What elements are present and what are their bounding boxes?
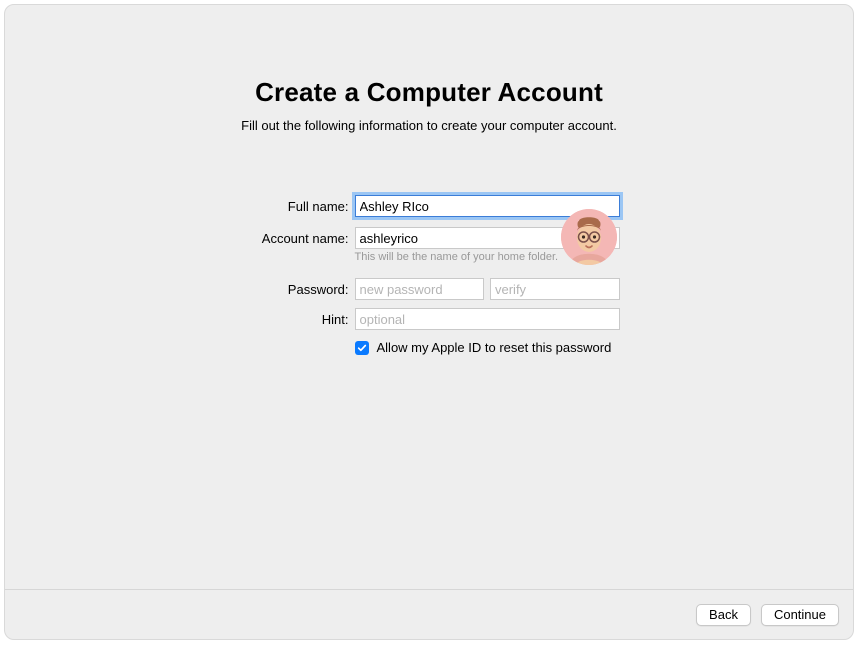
password-input[interactable] [355,278,485,300]
setup-window: Create a Computer Account Fill out the f… [4,4,854,640]
back-button[interactable]: Back [696,604,751,626]
checkmark-icon [357,343,367,353]
memoji-avatar-icon [561,209,617,265]
account-form: Full name: Account name: This will be th… [239,195,620,355]
allow-appleid-reset-label: Allow my Apple ID to reset this password [377,340,612,355]
header: Create a Computer Account Fill out the f… [5,77,853,133]
password-label: Password: [239,278,349,302]
fullname-label: Full name: [239,195,349,219]
account-avatar[interactable] [561,209,617,265]
account-name-label: Account name: [239,227,349,251]
allow-appleid-reset-checkbox[interactable] [355,341,369,355]
hint-input[interactable] [355,308,620,330]
footer: Back Continue [5,589,853,639]
continue-button[interactable]: Continue [761,604,839,626]
verify-password-input[interactable] [490,278,620,300]
hint-label: Hint: [239,308,349,332]
page-subtitle: Fill out the following information to cr… [5,118,853,133]
page-title: Create a Computer Account [5,77,853,108]
